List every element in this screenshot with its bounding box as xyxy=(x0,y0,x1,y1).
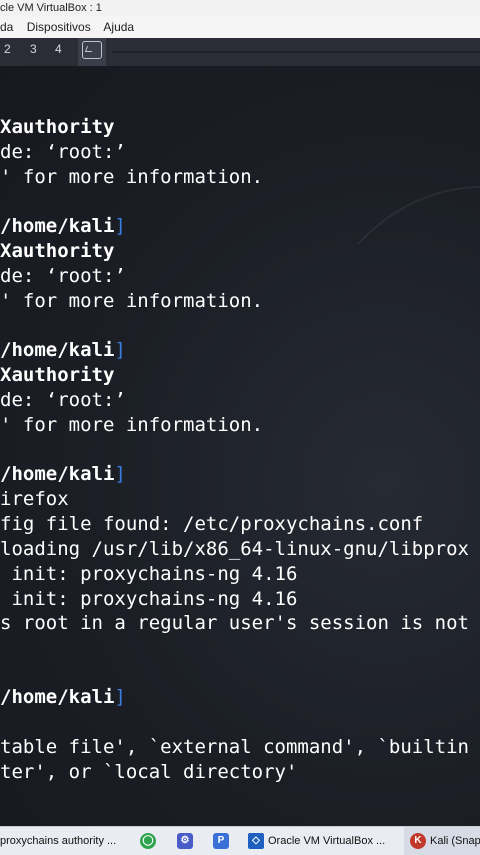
terminal-line: de: ‘root:’ xyxy=(0,265,126,287)
taskbar-item-proxychains[interactable]: proxychains authority ... xyxy=(0,827,124,855)
menu-bar: da Dispositivos Ajuda xyxy=(0,16,480,38)
prompt-path: /home/kali xyxy=(0,463,115,485)
terminal-line: Xauthority xyxy=(0,240,115,262)
terminal-line: ' for more information. xyxy=(0,290,264,312)
app-icon[interactable]: ⚙ xyxy=(177,833,193,849)
taskbar-item-label: Oracle VM VirtualBox ... xyxy=(268,835,386,847)
prompt-path: /home/kali xyxy=(0,686,115,708)
window-titlebar: cle VM VirtualBox : 1 xyxy=(0,0,480,16)
prompt-path: /home/kali xyxy=(0,339,115,361)
workspace-2[interactable]: 2 xyxy=(4,42,11,56)
taskbar-item-virtualbox[interactable]: ◇ Oracle VM VirtualBox ... xyxy=(248,827,400,855)
terminal-line: de: ‘root:’ xyxy=(0,389,126,411)
green-circle-icon[interactable]: ◯ xyxy=(140,833,156,849)
taskbar-item-label: Kali (Snap xyxy=(430,835,480,847)
kali-icon: K xyxy=(410,833,426,849)
prompt-path-line: /home/kali] xyxy=(0,685,126,709)
terminal-area[interactable]: Xauthority de: ‘root:’ ' for more inform… xyxy=(0,66,480,826)
terminal-icon[interactable] xyxy=(82,41,102,59)
panel-divider xyxy=(112,51,480,53)
workspace-4[interactable]: 4 xyxy=(55,42,62,56)
taskbar-item-kali[interactable]: K Kali (Snap xyxy=(404,827,480,855)
terminal-line: ' for more information. xyxy=(0,414,264,436)
host-taskbar: proxychains authority ... ◯ ⚙ P ◇ Oracle… xyxy=(0,826,480,855)
terminal-line: init: proxychains-ng 4.16 xyxy=(0,563,298,585)
terminal-line: ' for more information. xyxy=(0,166,264,188)
terminal-line: loading /usr/lib/x86_64-linux-gnu/libpro… xyxy=(0,538,469,560)
p-icon[interactable]: P xyxy=(213,833,229,849)
terminal-line: Xauthority xyxy=(0,364,115,386)
taskbar-item-label: proxychains authority ... xyxy=(0,835,117,847)
prompt-path-line: /home/kali] xyxy=(0,338,126,362)
prompt-bracket: ] xyxy=(114,686,126,708)
terminal-line: Xauthority xyxy=(0,116,115,138)
prompt-path-line: /home/kali] xyxy=(0,462,126,486)
terminal-line: init: proxychains-ng 4.16 xyxy=(0,588,298,610)
workspace-3[interactable]: 3 xyxy=(30,42,37,56)
terminal-line: table file', `external command', `builti… xyxy=(0,736,469,758)
prompt-bracket: ] xyxy=(114,215,126,237)
virtualbox-icon: ◇ xyxy=(248,833,264,849)
prompt-path: /home/kali xyxy=(0,215,115,237)
kali-top-panel: 2 3 4 xyxy=(0,38,480,67)
terminal-line: de: ‘root:’ xyxy=(0,141,126,163)
terminal-line: fig file found: /etc/proxychains.conf xyxy=(0,513,424,535)
terminal-line: ter', or `local directory' xyxy=(0,761,298,783)
terminal-line: irefox xyxy=(0,488,69,510)
window-title: cle VM VirtualBox : 1 xyxy=(0,2,102,14)
prompt-bracket: ] xyxy=(114,463,126,485)
menu-item-help[interactable]: Ajuda xyxy=(103,20,134,34)
prompt-bracket: ] xyxy=(114,339,126,361)
terminal-line: s root in a regular user's session is no… xyxy=(0,612,469,634)
menu-item-view[interactable]: da xyxy=(0,20,13,34)
prompt-path-line: /home/kali] xyxy=(0,214,126,238)
menu-item-devices[interactable]: Dispositivos xyxy=(27,20,91,34)
